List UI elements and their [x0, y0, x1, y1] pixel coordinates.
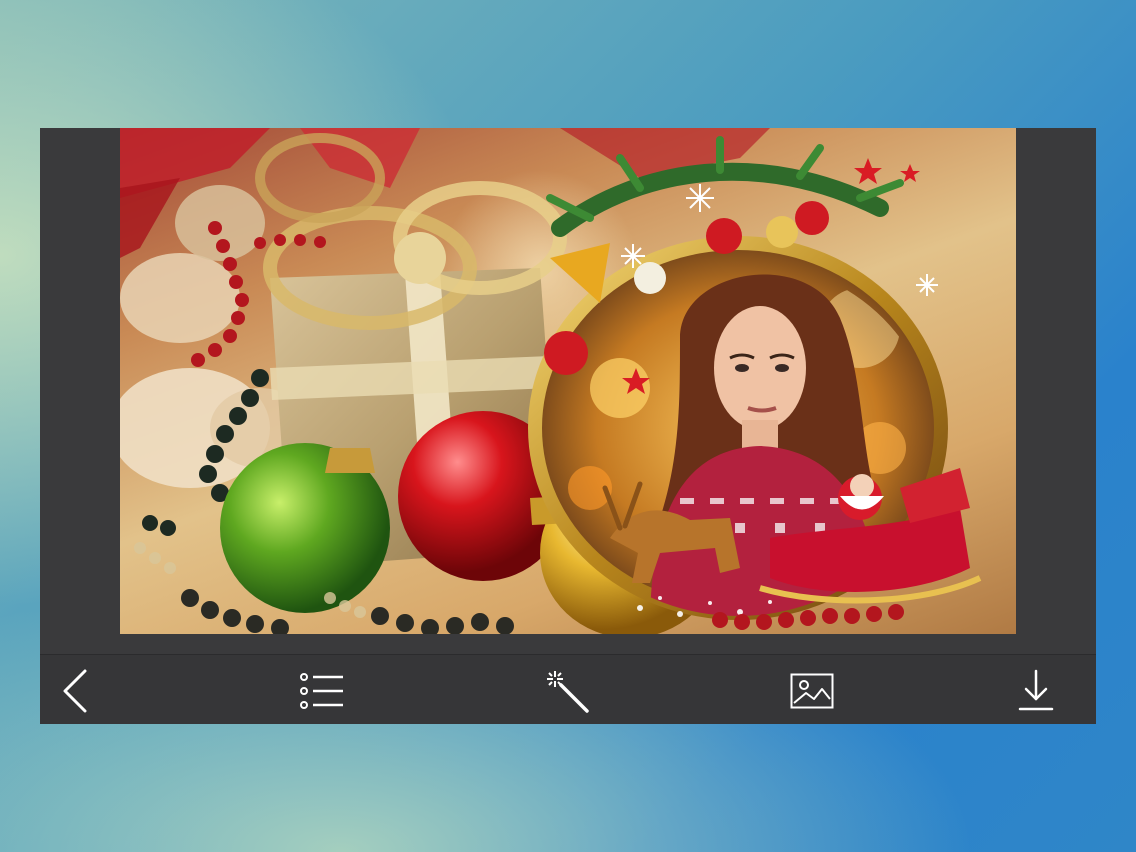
- christmas-frame-photo: [120, 128, 982, 634]
- gallery-button[interactable]: [788, 669, 836, 713]
- frames-list-button[interactable]: [298, 669, 346, 713]
- chevron-left-icon: [61, 669, 91, 713]
- download-button[interactable]: [1012, 669, 1060, 713]
- magic-wand-icon: [545, 669, 589, 713]
- back-button[interactable]: [52, 669, 100, 713]
- download-icon: [1018, 669, 1054, 713]
- image-icon: [790, 673, 834, 709]
- photo-editor-screen: [40, 128, 1096, 724]
- effects-button[interactable]: [543, 669, 591, 713]
- photo-canvas[interactable]: [120, 128, 1016, 634]
- list-icon: [299, 671, 345, 711]
- bottom-toolbar: [40, 654, 1096, 724]
